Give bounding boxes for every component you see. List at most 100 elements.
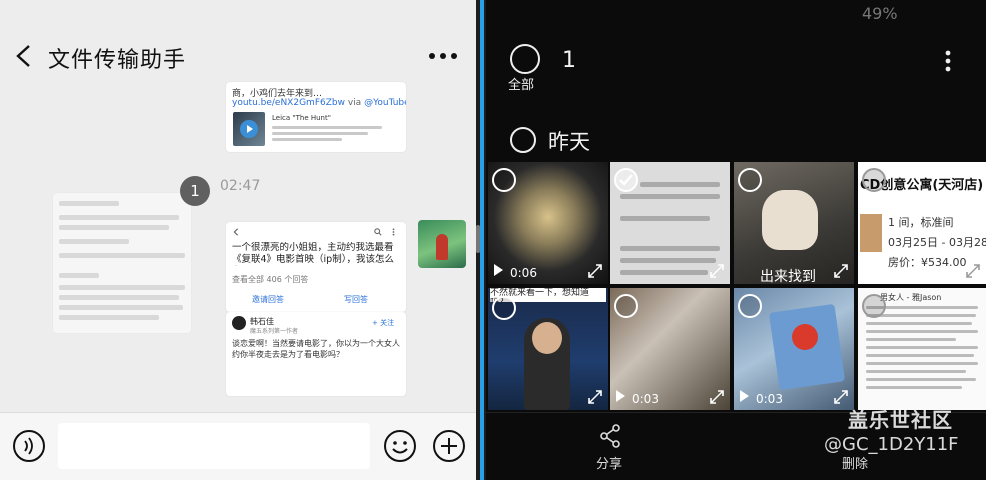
answer-author-avatar <box>232 316 246 330</box>
expand-icon[interactable] <box>588 264 602 278</box>
shared-link-via: via <box>347 98 362 108</box>
post-back-icon <box>233 228 239 236</box>
preview-text-line <box>272 132 368 135</box>
answer-text: 谈恋爱啊！当然要请电影了，你以为一个大女人约你半夜走去是为了看电影吗？ <box>232 339 400 359</box>
unread-count-badge: 1 <box>180 176 210 206</box>
tile-text-line <box>620 270 708 275</box>
faded-line <box>59 253 185 258</box>
select-all-label: 全部 <box>508 78 535 93</box>
gallery-tile-screenshot[interactable] <box>610 162 730 284</box>
tile-text-line <box>620 246 720 251</box>
selected-count: 1 <box>562 48 576 73</box>
gallery-tile-cat-photo[interactable]: 出来找到 <box>734 162 854 284</box>
message-timestamp: 02:47 <box>220 178 261 194</box>
gallery-tile-video[interactable]: 0:03 <box>610 288 730 410</box>
message-input[interactable] <box>58 423 370 469</box>
faded-line <box>59 225 169 230</box>
tile-text-line <box>640 182 720 187</box>
gallery-tile-video[interactable]: 0:06 <box>488 162 608 284</box>
faded-line <box>59 273 99 278</box>
chat-input-bar <box>0 412 476 480</box>
tile-text-line <box>866 370 966 373</box>
tile-select-checkbox[interactable] <box>862 168 886 192</box>
tile-text-line <box>866 378 976 381</box>
tile-text-line <box>866 362 978 365</box>
more-options-icon[interactable] <box>428 52 458 60</box>
tile-select-checkbox[interactable] <box>492 168 516 192</box>
video-duration: 0:06 <box>510 266 537 280</box>
divider-bar <box>480 0 484 480</box>
answer-author-sub: 魔五系列第一作者 <box>250 328 299 335</box>
checkmark-icon <box>619 174 633 186</box>
expand-icon[interactable] <box>710 264 724 278</box>
chat-title: 文件传输助手 <box>48 48 187 73</box>
zhihu-post-screenshot[interactable]: 一个很漂亮的小姐姐，主动约我选最看《复联4》电影首映（ip制），我该怎么办？ 查… <box>226 222 406 312</box>
hotel-thumb <box>860 214 882 252</box>
play-icon <box>616 390 625 402</box>
tile-select-checkbox[interactable] <box>738 168 762 192</box>
share-icon[interactable] <box>599 424 621 448</box>
expand-icon[interactable] <box>834 264 848 278</box>
tile-text-line <box>866 386 962 389</box>
gallery-tile-hotel-screenshot[interactable]: CD创意公寓(天河店) 1 间，标准间 03月25日 - 03月28日 房价：¥… <box>858 162 986 284</box>
play-icon <box>740 390 749 402</box>
faded-line <box>59 239 129 244</box>
post-more-icon <box>392 228 395 236</box>
tile-text-line <box>620 216 710 221</box>
video-duration: 0:03 <box>632 392 659 406</box>
tile-select-checkbox[interactable] <box>738 294 762 318</box>
chat-header: 文件传输助手 <box>0 30 476 86</box>
post-write-answer: 写回答 <box>344 295 368 304</box>
expand-icon[interactable] <box>966 264 980 278</box>
more-options-icon[interactable] <box>944 50 952 72</box>
post-answer-count: 查看全部 406 个回答 <box>232 275 309 284</box>
hotel-price: 房价：¥534.00 <box>888 256 967 269</box>
shared-link-source[interactable]: @YouTube <box>364 98 406 108</box>
shared-link-message[interactable]: 商，小鸡们去年来到… youtu.be/eNX2GmF6Zbw via @You… <box>226 82 406 152</box>
tile-text-line <box>866 338 956 341</box>
shared-link-url[interactable]: youtu.be/eNX2GmF6Zbw <box>232 98 345 108</box>
answer-follow-button: + 关注 <box>372 319 395 327</box>
watermark-title: 盖乐世社区 <box>848 408 953 432</box>
hotel-dates: 03月25日 - 03月28日 <box>888 236 986 249</box>
expand-icon[interactable] <box>834 390 848 404</box>
tile-select-checkbox[interactable] <box>614 294 638 318</box>
gallery-tile-tv-photo[interactable]: 不然就来看一下，想知道吗？ <box>488 288 608 410</box>
faded-line <box>59 215 179 220</box>
gallery-panel: 49% 全部 1 昨天 0:06 出来找到 CD创意公寓(天河店) 1 间，标准… <box>486 0 986 480</box>
expand-icon[interactable] <box>710 390 724 404</box>
select-all-checkbox[interactable] <box>510 44 540 74</box>
faded-screenshot-message[interactable] <box>53 193 191 333</box>
person-face <box>532 322 562 354</box>
play-icon <box>494 264 503 276</box>
tile-text-line <box>620 258 716 263</box>
share-label[interactable]: 分享 <box>596 453 622 472</box>
preview-text-line <box>272 126 382 129</box>
self-avatar[interactable] <box>418 220 466 268</box>
emoji-icon[interactable] <box>383 429 417 463</box>
voice-input-icon[interactable] <box>12 429 46 463</box>
chat-panel: 文件传输助手 商，小鸡们去年来到… youtu.be/eNX2GmF6Zbw v… <box>0 0 476 480</box>
tile-select-checkbox-checked[interactable] <box>614 168 638 192</box>
gallery-tile-text-screenshot[interactable]: 男女人 - 雅Jason <box>858 288 986 410</box>
tile-select-checkbox[interactable] <box>492 296 516 320</box>
shared-link-url-line: youtu.be/eNX2GmF6Zbw via @YouTube <box>232 98 406 108</box>
tile-text-line <box>620 194 720 199</box>
back-arrow-icon[interactable] <box>14 44 34 68</box>
video-preview-thumb[interactable] <box>233 112 265 146</box>
faded-line <box>59 285 185 290</box>
zhihu-answer-screenshot[interactable]: 韩石佳 魔五系列第一作者 + 关注 谈恋爱啊！当然要请电影了，你以为一个大女人约… <box>226 312 406 396</box>
delete-label[interactable]: 删除 <box>842 453 868 472</box>
divider-drag-handle[interactable] <box>476 225 480 253</box>
post-search-icon <box>374 228 382 236</box>
gallery-tile-video[interactable]: 0:03 <box>734 288 854 410</box>
split-screen-divider[interactable] <box>476 0 486 480</box>
tile-select-checkbox[interactable] <box>862 294 886 318</box>
tile-caption: 出来找到 <box>760 269 816 284</box>
post-title: 一个很漂亮的小姐姐，主动约我选最看《复联4》电影首映（ip制），我该怎么办？ <box>232 242 394 265</box>
expand-icon[interactable] <box>588 390 602 404</box>
battery-status: 49% <box>862 4 898 23</box>
preview-text-line <box>272 138 342 141</box>
more-functions-plus-icon[interactable] <box>432 429 466 463</box>
section-select-checkbox[interactable] <box>510 127 536 153</box>
